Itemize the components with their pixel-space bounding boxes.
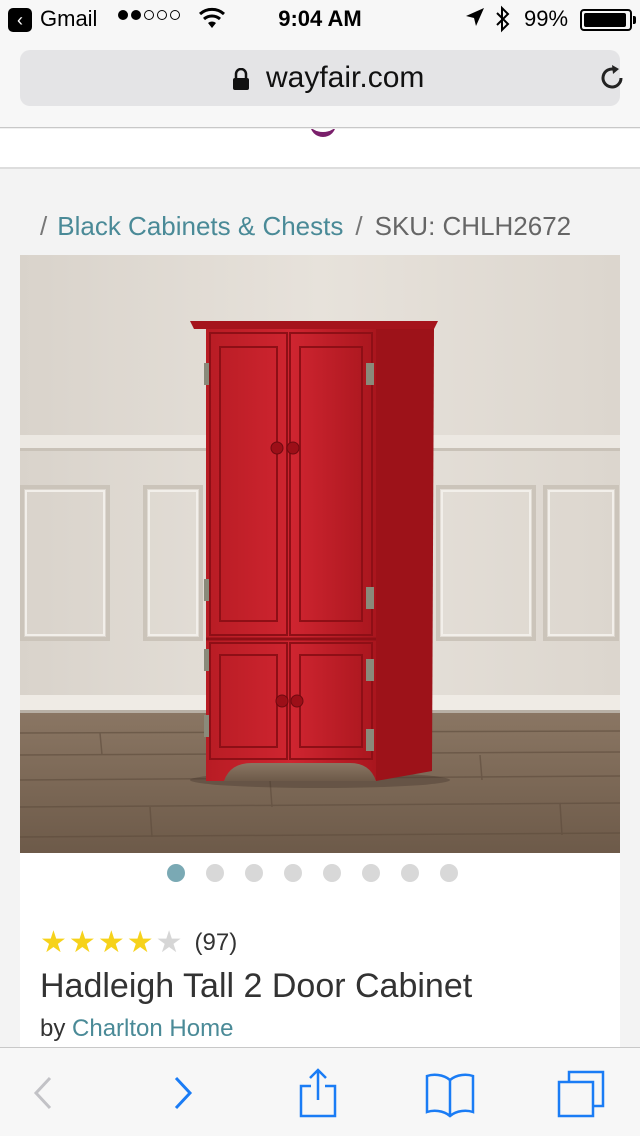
lock-icon [233, 68, 249, 90]
location-icon [466, 8, 484, 26]
star-empty-icon: ★ [155, 926, 183, 959]
brand-link[interactable]: Charlton Home [72, 1015, 233, 1042]
product-byline: by Charlton Home [40, 1015, 233, 1043]
bluetooth-icon [496, 5, 510, 33]
review-count[interactable]: (97) [195, 929, 238, 957]
web-page: / Black Cabinets & Chests / SKU: CHLH2672 [0, 129, 640, 1047]
carousel-dot[interactable] [206, 864, 224, 882]
star-rating[interactable]: ★ ★ ★ ★ ★ (97) [40, 927, 237, 959]
breadcrumb-separator: / [40, 211, 48, 241]
share-icon[interactable] [293, 1068, 343, 1118]
browser-toolbar [0, 1047, 640, 1136]
breadcrumb-category-link[interactable]: Black Cabinets & Chests [57, 211, 343, 241]
carousel-dot[interactable] [323, 864, 341, 882]
breadcrumb: / Black Cabinets & Chests / SKU: CHLH2672 [40, 211, 571, 242]
back-icon[interactable] [18, 1068, 68, 1118]
by-label: by [40, 1015, 66, 1042]
star-icon: ★ [126, 926, 154, 959]
battery-icon [580, 9, 636, 31]
carousel-dot[interactable] [440, 864, 458, 882]
image-carousel-dots [20, 864, 620, 884]
bookmarks-icon[interactable] [425, 1068, 475, 1118]
reload-icon[interactable] [597, 63, 627, 93]
breadcrumb-separator: / [355, 211, 363, 241]
product-card: ★ ★ ★ ★ ★ (97) Hadleigh Tall 2 Door Cabi… [20, 255, 620, 1047]
product-image[interactable] [20, 255, 620, 853]
site-logo[interactable] [310, 129, 336, 137]
address-bar[interactable]: wayfair.com [20, 50, 623, 106]
url-text[interactable]: wayfair.com [266, 61, 424, 95]
forward-icon[interactable] [158, 1068, 208, 1118]
browser-address-area: wayfair.com [0, 40, 640, 128]
star-icon: ★ [68, 926, 96, 959]
status-bar: ‹ Gmail 9:04 AM 99% [0, 0, 640, 40]
tabs-icon[interactable] [557, 1068, 607, 1118]
carousel-dot[interactable] [167, 864, 185, 882]
star-icon: ★ [97, 926, 125, 959]
sku-label: SKU: CHLH2672 [374, 211, 572, 241]
carousel-dot[interactable] [362, 864, 380, 882]
carousel-dot[interactable] [401, 864, 419, 882]
carousel-dot[interactable] [245, 864, 263, 882]
battery-percent: 99% [524, 6, 569, 31]
product-title: Hadleigh Tall 2 Door Cabinet [40, 967, 473, 1005]
carousel-dot[interactable] [284, 864, 302, 882]
star-icon: ★ [40, 926, 67, 959]
site-header [0, 129, 640, 169]
